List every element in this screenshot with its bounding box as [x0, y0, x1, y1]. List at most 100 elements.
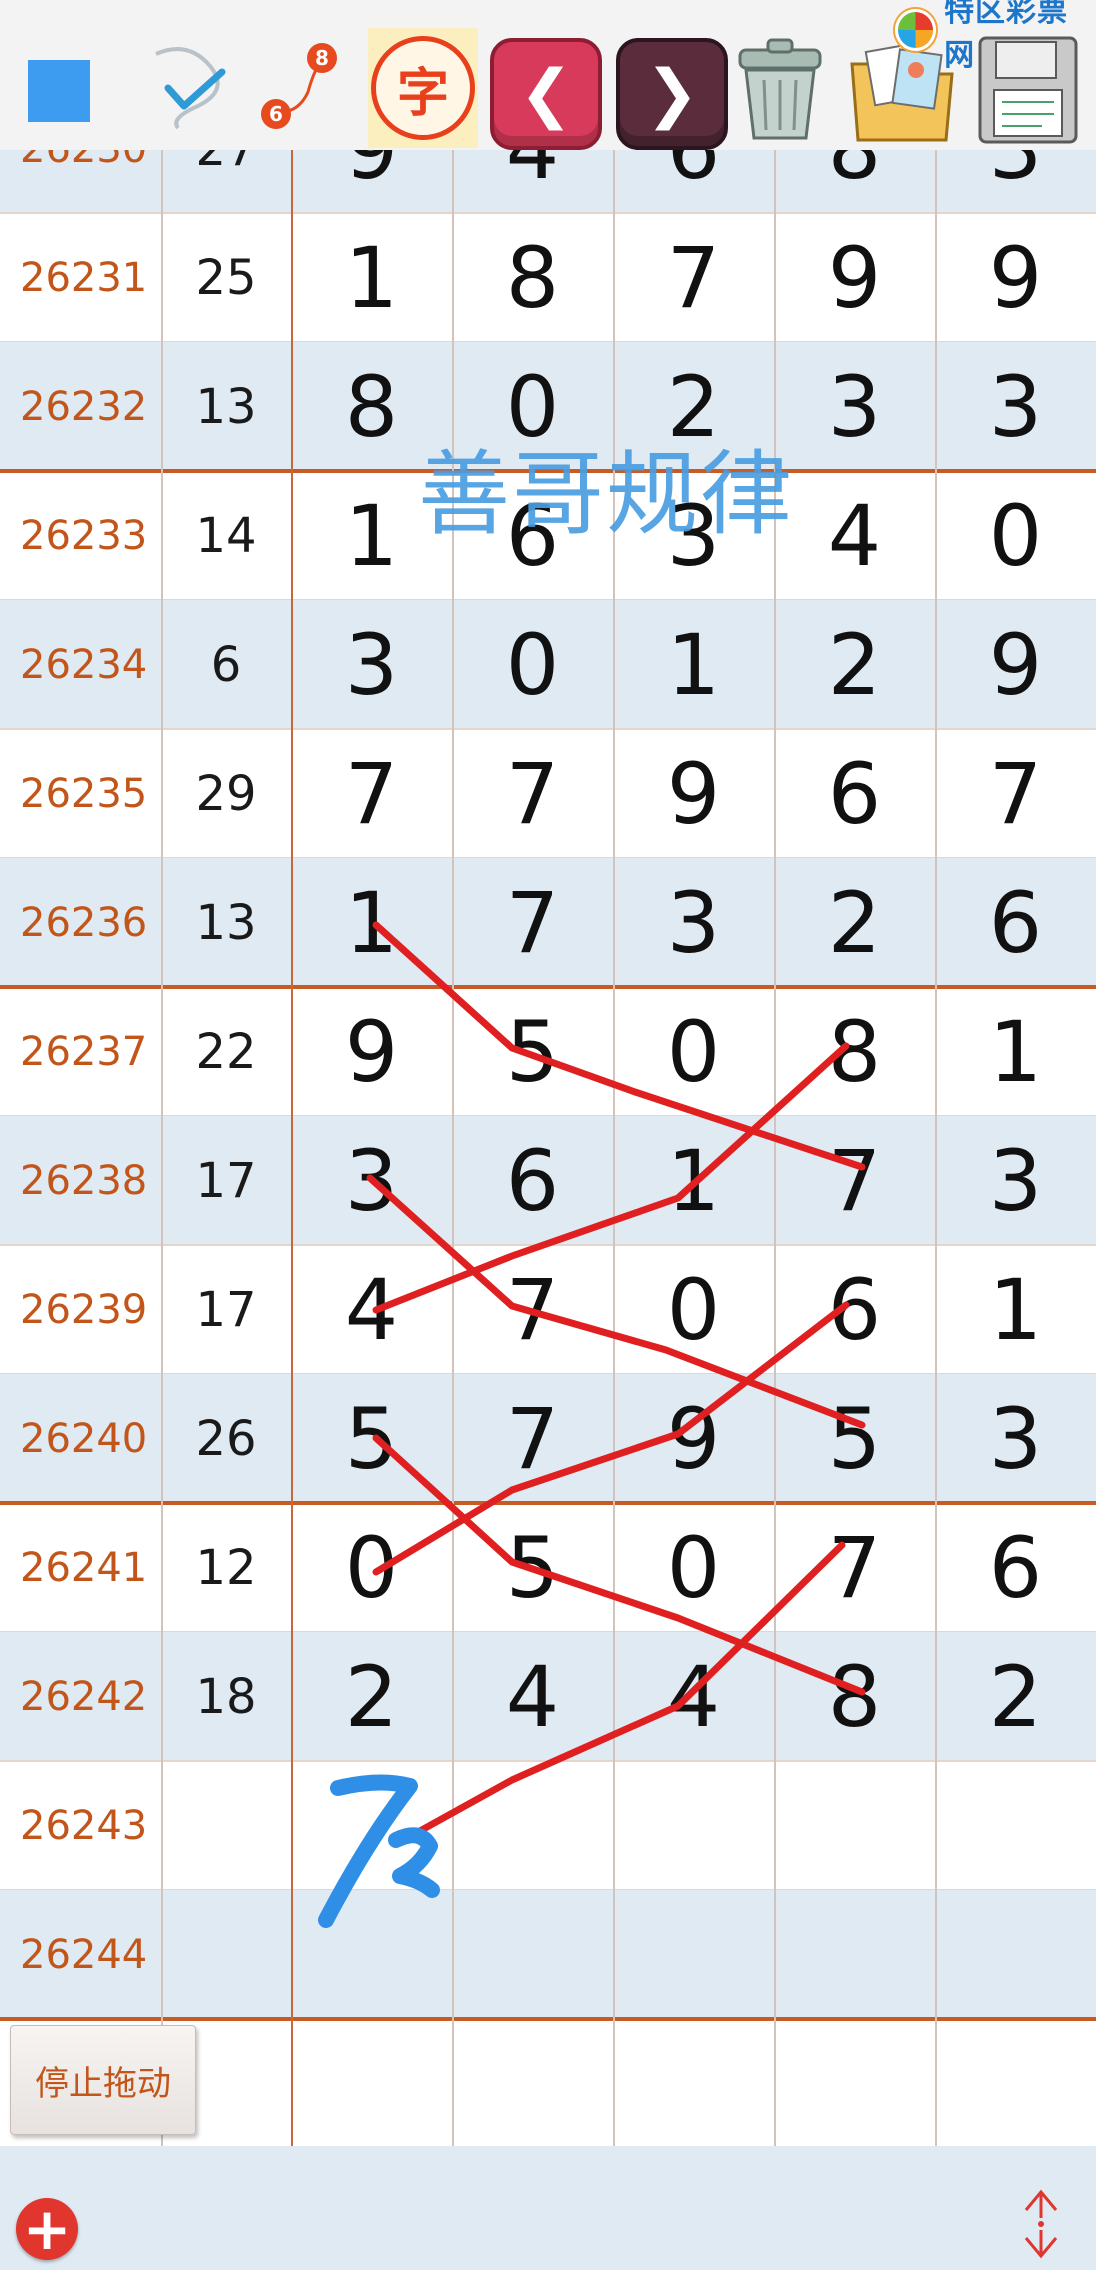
color-square-icon[interactable]: [28, 60, 90, 122]
digit-cell[interactable]: 1: [613, 600, 774, 729]
digit-cell[interactable]: 3: [935, 1116, 1096, 1245]
digit-cell[interactable]: 8: [774, 1632, 935, 1761]
digit-cell[interactable]: 2: [774, 600, 935, 729]
digit-cell[interactable]: 6: [452, 1116, 613, 1245]
table-row: 26241 12 0 5 0 7 6: [0, 1503, 1096, 1632]
digit-cell[interactable]: 0: [291, 1503, 452, 1632]
digit-cell[interactable]: 8: [452, 213, 613, 342]
issue-number: 26236: [20, 899, 148, 946]
issue-number: 26239: [20, 1286, 148, 1333]
digit-cell[interactable]: 2: [291, 1632, 452, 1761]
column-divider: [291, 84, 293, 2146]
add-icon[interactable]: +: [16, 2198, 78, 2260]
digit-cell[interactable]: 7: [774, 1503, 935, 1632]
badge-six: 6: [269, 102, 283, 126]
digit-cell[interactable]: 7: [452, 858, 613, 987]
issue-number: 26244: [20, 1931, 148, 1978]
digit-cell[interactable]: 2: [935, 1632, 1096, 1761]
table-row: 26231 25 1 8 7 9 9: [0, 213, 1096, 342]
digit-cell[interactable]: 7: [935, 729, 1096, 858]
digit-cell[interactable]: 8: [774, 987, 935, 1116]
digit-cell[interactable]: 9: [774, 213, 935, 342]
number-link-icon[interactable]: 8 6: [258, 40, 348, 135]
digit-cell[interactable]: 1: [613, 1116, 774, 1245]
table-row: 26234 6 3 0 1 2 9: [0, 600, 1096, 729]
digit-cell[interactable]: 9: [935, 213, 1096, 342]
forward-arrow-icon[interactable]: ❯: [616, 38, 728, 150]
sum-value: 22: [195, 1023, 257, 1080]
digit-cell[interactable]: 1: [935, 1245, 1096, 1374]
digit-cell[interactable]: 0: [613, 1245, 774, 1374]
digit-cell[interactable]: 6: [935, 858, 1096, 987]
digit-cell[interactable]: [452, 1761, 613, 1890]
digit-cell[interactable]: 3: [613, 858, 774, 987]
digit-cell[interactable]: 4: [613, 1632, 774, 1761]
digit-cell[interactable]: 7: [452, 1245, 613, 1374]
stop-drag-button[interactable]: 停止拖动: [10, 2025, 196, 2135]
digit-cell[interactable]: 9: [291, 987, 452, 1116]
digit-cell[interactable]: 5: [774, 1374, 935, 1503]
digit-cell[interactable]: [452, 1890, 613, 2019]
issue-number: 26238: [20, 1157, 148, 1204]
digit-cell[interactable]: 7: [452, 1374, 613, 1503]
digit-cell[interactable]: 5: [291, 1374, 452, 1503]
digit-cell[interactable]: [291, 1761, 452, 1890]
digit-cell[interactable]: 6: [774, 729, 935, 858]
digit-cell[interactable]: 0: [613, 1503, 774, 1632]
sum-value: 14: [195, 507, 257, 564]
back-arrow-icon[interactable]: ❮: [490, 38, 602, 150]
digit-cell[interactable]: 9: [935, 600, 1096, 729]
folder-photos-icon[interactable]: [846, 34, 958, 146]
pen-check-icon[interactable]: [148, 44, 240, 136]
digit-cell[interactable]: 1: [291, 213, 452, 342]
digit-cell[interactable]: 7: [452, 729, 613, 858]
digit-cell[interactable]: 3: [291, 600, 452, 729]
digit-cell[interactable]: 0: [452, 600, 613, 729]
digit-cell[interactable]: 4: [452, 1632, 613, 1761]
sum-value: [161, 1761, 291, 1890]
digit-cell[interactable]: 7: [774, 1116, 935, 1245]
digit-cell[interactable]: [613, 1761, 774, 1890]
digit-cell[interactable]: 7: [291, 729, 452, 858]
digit-cell[interactable]: [935, 1761, 1096, 1890]
digit-cell[interactable]: 9: [613, 1374, 774, 1503]
digit-cell[interactable]: 5: [452, 987, 613, 1116]
digit-cell[interactable]: 0: [935, 471, 1096, 600]
table-row: 26243: [0, 1761, 1096, 1890]
sum-value: 12: [195, 1539, 257, 1596]
issue-number: 26235: [20, 770, 148, 817]
trash-icon[interactable]: [726, 34, 834, 146]
digit-cell[interactable]: 3: [774, 342, 935, 471]
column-divider: [161, 84, 163, 2146]
vertical-resize-icon[interactable]: [1016, 2184, 1066, 2264]
digit-cell[interactable]: [613, 1890, 774, 2019]
text-tool-button[interactable]: 字: [368, 28, 478, 148]
digit-cell[interactable]: [774, 1761, 935, 1890]
badge-eight: 8: [315, 46, 329, 70]
table-row: 26239 17 4 7 0 6 1: [0, 1245, 1096, 1374]
digit-cell[interactable]: [774, 1890, 935, 2019]
digit-cell[interactable]: 5: [452, 1503, 613, 1632]
digit-cell[interactable]: 1: [935, 987, 1096, 1116]
digit-cell[interactable]: 0: [613, 987, 774, 1116]
digit-cell[interactable]: [935, 1890, 1096, 2019]
digit-cell[interactable]: 4: [291, 1245, 452, 1374]
issue-number: 26243: [20, 1802, 148, 1849]
issue-number: 26231: [20, 254, 148, 301]
digit-cell[interactable]: [291, 1890, 452, 2019]
issue-number: 26241: [20, 1544, 148, 1591]
logo-icon: [895, 9, 937, 51]
digit-cell[interactable]: 3: [935, 1374, 1096, 1503]
digit-cell[interactable]: 9: [613, 729, 774, 858]
watermark-text: 善哥规律: [418, 441, 795, 548]
digit-cell[interactable]: 1: [291, 858, 452, 987]
digit-cell[interactable]: 3: [935, 342, 1096, 471]
digit-cell[interactable]: 3: [291, 1116, 452, 1245]
digit-cell[interactable]: 2: [774, 858, 935, 987]
text-tool-icon: 字: [371, 36, 475, 140]
digit-cell[interactable]: 6: [774, 1245, 935, 1374]
digit-cell[interactable]: 6: [935, 1503, 1096, 1632]
digit-cell[interactable]: 7: [613, 213, 774, 342]
digit-cell[interactable]: 4: [774, 471, 935, 600]
issue-number: 26233: [20, 512, 148, 559]
